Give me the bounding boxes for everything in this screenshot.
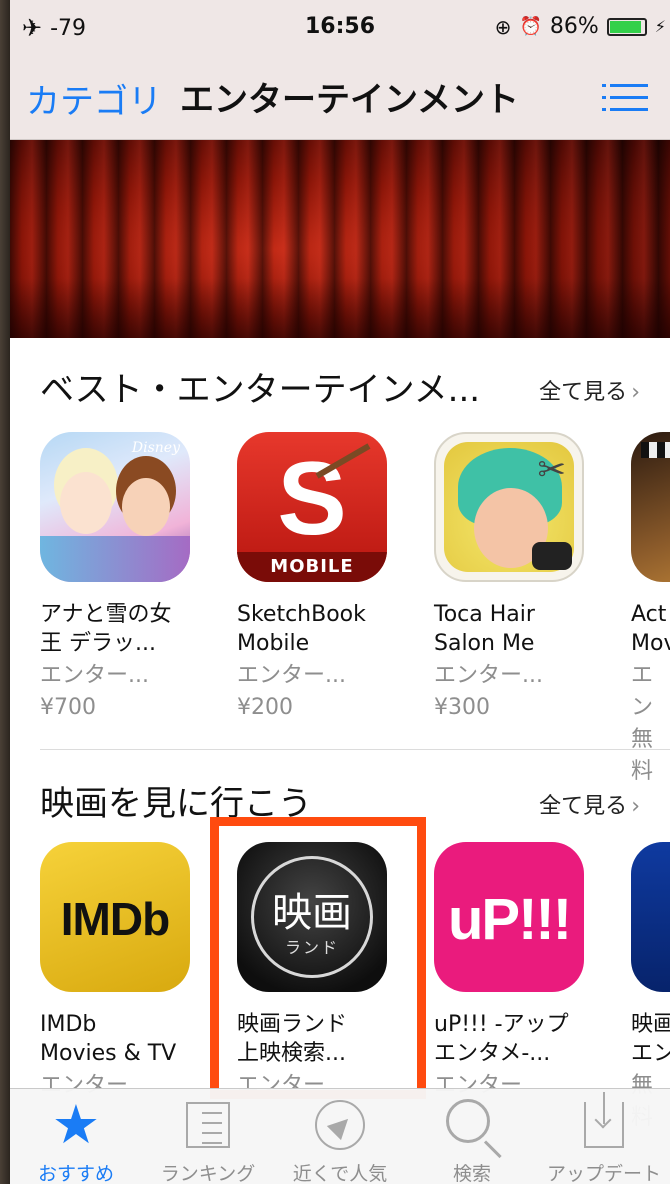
app-store-screen: ✈ -79 16:56 ⊕ ⏰ 86% ⚡ カテゴリ エンターテインメント ベス… — [10, 0, 670, 1184]
section-divider — [40, 749, 670, 750]
alarm-icon: ⏰ — [519, 16, 542, 37]
see-all-movies-link[interactable]: 全て見る › — [539, 788, 640, 820]
star-icon: ★ — [51, 1093, 101, 1156]
app-name-line1: Act — [631, 602, 667, 627]
curtain-banner[interactable] — [10, 140, 670, 338]
chevron-right-icon: › — [631, 380, 640, 405]
page-title: エンターテインメント — [180, 80, 519, 120]
tab-label: おすすめ — [37, 1163, 114, 1184]
charging-icon: ⚡ — [654, 17, 666, 36]
background-edge — [0, 0, 10, 1184]
app-category: エンター... — [40, 663, 149, 688]
app-item-sketchbook[interactable]: S MOBILE SketchBook Mobile エンター... ¥200 — [237, 432, 397, 724]
see-all-best-link[interactable]: 全て見る › — [539, 374, 640, 406]
app-name-line1: uP!!! -アップ — [434, 1012, 569, 1037]
app-name-line2: Mov — [631, 631, 670, 656]
app-name-line1: IMDb — [40, 1012, 97, 1037]
chevron-right-icon: › — [631, 794, 640, 819]
app-name-line2: Salon Me — [434, 631, 535, 656]
list-menu-icon[interactable] — [602, 80, 648, 116]
app-price: 無料 — [631, 727, 654, 784]
app-name-line1: 映画 — [631, 1012, 670, 1037]
imdb-logo-text: IMDb — [60, 893, 170, 945]
battery-icon — [606, 17, 647, 36]
tab-label: ランキング — [160, 1163, 256, 1184]
ranking-icon — [186, 1102, 230, 1148]
app-name-line1: Toca Hair — [434, 602, 535, 627]
app-price: ¥300 — [434, 695, 490, 720]
up-app-icon: uP!!! — [434, 842, 584, 992]
app-category: エン — [631, 663, 654, 720]
app-price: ¥200 — [237, 695, 293, 720]
tab-bar: ★ おすすめ ランキング 近くで人気 検索 アップデート — [10, 1088, 670, 1184]
status-bar: ✈ -79 16:56 ⊕ ⏰ 86% ⚡ — [10, 0, 670, 56]
app-name-line2: エン — [631, 1041, 670, 1066]
tab-label: アップデート — [546, 1163, 661, 1184]
app-name-line2: Movies & TV — [40, 1041, 177, 1066]
rotation-lock-icon: ⊕ — [494, 14, 512, 39]
eiga-blue-logo-text: 映 — [631, 872, 670, 956]
eiga-blue-app-icon: 映 — [631, 842, 670, 992]
section-title-best: ベスト・エンターテインメ... — [40, 370, 481, 410]
imdb-app-icon: IMDb — [40, 842, 190, 992]
up-logo-text: uP!!! — [447, 887, 572, 952]
location-icon — [315, 1100, 365, 1150]
app-name-line2: Mobile — [237, 631, 310, 656]
frozen-app-icon: Disney — [40, 432, 190, 582]
action-movie-app-icon — [631, 432, 670, 582]
update-icon — [584, 1092, 624, 1148]
see-all-label: 全て見る — [539, 794, 628, 819]
sketchbook-mobile-badge: MOBILE — [237, 552, 387, 582]
sketchbook-logo-letter: S — [277, 441, 347, 557]
app-item-toca-hair[interactable]: ✂ Toca Hair Salon Me エンター... ¥300 — [434, 432, 594, 724]
app-category: エンター... — [434, 663, 543, 688]
toca-hair-app-icon: ✂ — [434, 432, 584, 582]
battery-percent: 86% — [549, 14, 599, 39]
app-name-line1: SketchBook — [237, 602, 366, 627]
app-price: ¥700 — [40, 695, 96, 720]
tab-label: 検索 — [452, 1163, 491, 1184]
app-name-line2: エンタメ-... — [434, 1041, 551, 1066]
category-back-button[interactable]: カテゴリ — [26, 74, 162, 123]
tab-label: 近くで人気 — [292, 1163, 388, 1184]
app-name-line1: アナと雪の女 — [40, 602, 172, 627]
app-name-line2: 王 デラッ... — [40, 631, 156, 656]
tab-featured[interactable]: ★ おすすめ — [10, 1097, 142, 1184]
sketchbook-app-icon: S MOBILE — [237, 432, 387, 582]
app-category: エンター... — [237, 663, 346, 688]
scissors-icon: ✂ — [537, 450, 567, 490]
tab-nearby[interactable]: 近くで人気 — [274, 1097, 406, 1184]
search-icon — [446, 1099, 490, 1143]
app-item-imdb[interactable]: IMDb IMDb Movies & TV エンター — [40, 842, 200, 1102]
see-all-label: 全て見る — [539, 380, 628, 405]
navigation-bar: カテゴリ エンターテインメント — [10, 56, 670, 140]
app-item-frozen[interactable]: Disney アナと雪の女王 デラッ... エンター... ¥700 — [40, 432, 200, 724]
highlight-box — [210, 817, 426, 1099]
app-item-action-movie[interactable]: Act Mov エン 無料 — [631, 432, 670, 788]
tab-updates[interactable]: アップデート — [538, 1092, 670, 1184]
tab-ranking[interactable]: ランキング — [142, 1097, 274, 1184]
tab-search[interactable]: 検索 — [406, 1097, 538, 1184]
app-item-up[interactable]: uP!!! uP!!! -アップ エンタメ-... エンター — [434, 842, 594, 1102]
